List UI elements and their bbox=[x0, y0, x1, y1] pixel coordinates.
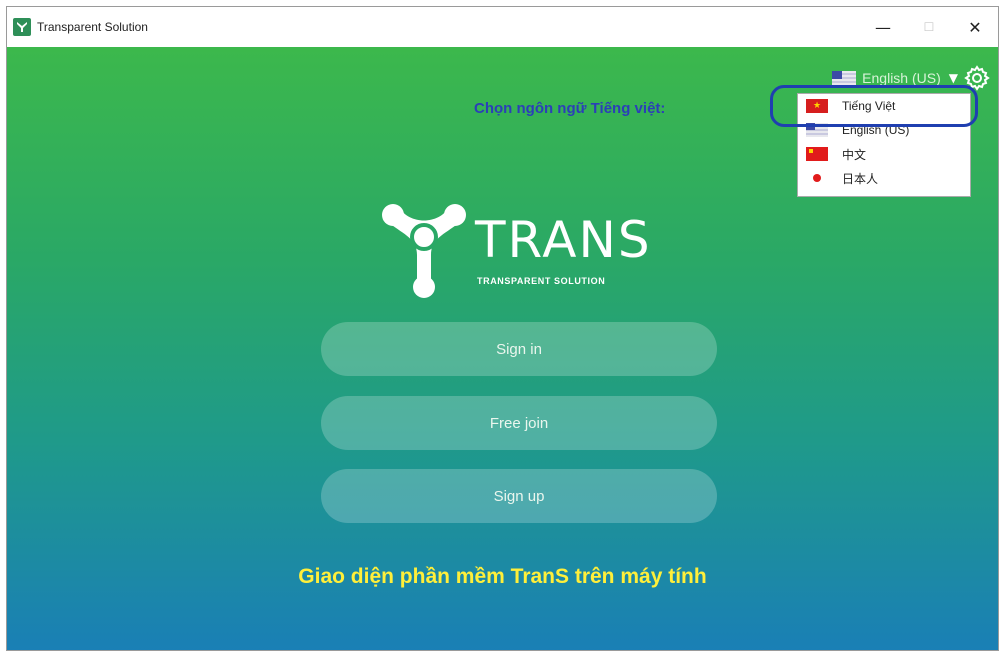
trans-logo-icon bbox=[382, 204, 466, 298]
window-title: Transparent Solution bbox=[37, 20, 148, 34]
flag-us-icon bbox=[832, 71, 857, 85]
flag-cn-icon bbox=[806, 147, 828, 161]
login-screen: English (US) ▼ Chọn ngôn ngữ Tiếng việt:… bbox=[7, 47, 998, 650]
close-button[interactable]: ✕ bbox=[952, 7, 998, 47]
minimize-button[interactable]: — bbox=[860, 7, 906, 47]
language-option-chinese[interactable]: 中文 bbox=[798, 142, 970, 166]
free-join-button[interactable]: Free join bbox=[321, 396, 717, 450]
language-option-japanese[interactable]: 日本人 bbox=[798, 166, 970, 190]
current-language[interactable]: English (US) bbox=[862, 70, 941, 86]
caption-annotation: Giao diện phần mềm TranS trên máy tính bbox=[298, 565, 707, 588]
sign-up-button[interactable]: Sign up bbox=[321, 469, 717, 523]
sign-in-button[interactable]: Sign in bbox=[321, 322, 717, 376]
language-option-label: 中文 bbox=[842, 147, 867, 162]
app-window: Transparent Solution — ☐ ✕ English (US) … bbox=[6, 6, 999, 651]
maximize-button[interactable]: ☐ bbox=[906, 7, 952, 47]
caret-down-icon[interactable]: ▼ bbox=[949, 71, 958, 85]
highlight-annotation bbox=[770, 85, 978, 127]
title-bar: Transparent Solution — ☐ ✕ bbox=[7, 7, 998, 47]
flag-jp-icon bbox=[806, 171, 828, 185]
logo-subtitle: TRANSPARENT SOLUTION bbox=[477, 276, 606, 286]
logo-wordmark: TRANS bbox=[475, 211, 652, 269]
window-controls: — ☐ ✕ bbox=[860, 7, 998, 47]
trans-logo: TRANS TRANSPARENT SOLUTION bbox=[379, 195, 669, 305]
language-option-label: 日本人 bbox=[842, 171, 879, 186]
language-hint: Chọn ngôn ngữ Tiếng việt: bbox=[474, 100, 666, 117]
app-icon bbox=[13, 18, 31, 36]
